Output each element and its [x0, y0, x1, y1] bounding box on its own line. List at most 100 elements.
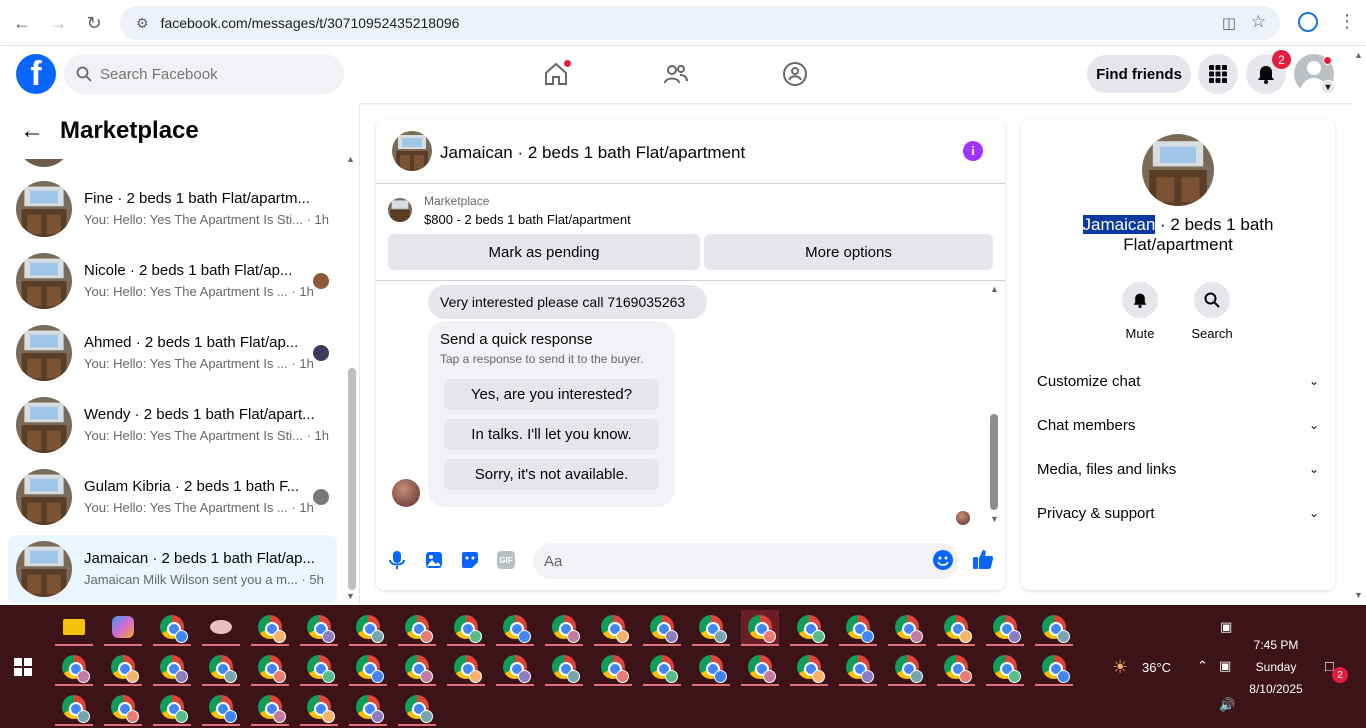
- chrome-icon[interactable]: [1035, 610, 1073, 646]
- menu-button[interactable]: [1198, 54, 1238, 94]
- chrome-icon[interactable]: [986, 610, 1024, 646]
- app-icon[interactable]: [202, 610, 240, 646]
- chrome-icon[interactable]: [300, 650, 338, 686]
- facebook-logo-icon[interactable]: f: [16, 54, 56, 94]
- chrome-icon[interactable]: [349, 690, 387, 726]
- mark-pending-button[interactable]: Mark as pending: [388, 234, 700, 270]
- chrome-icon[interactable]: [496, 650, 534, 686]
- chrome-icon[interactable]: [790, 610, 828, 646]
- chrome-icon[interactable]: [398, 610, 436, 646]
- chrome-icon[interactable]: [839, 650, 877, 686]
- chrome-icon[interactable]: [55, 650, 93, 686]
- address-bar[interactable]: ⚙ facebook.com/messages/t/30710952435218…: [120, 6, 1280, 40]
- weather-icon[interactable]: ☀: [1112, 657, 1128, 678]
- chrome-icon[interactable]: [888, 650, 926, 686]
- mute-action[interactable]: Mute: [1110, 282, 1170, 341]
- scroll-down-icon[interactable]: ▼: [346, 591, 355, 601]
- chrome-icon[interactable]: [937, 650, 975, 686]
- chrome-icon[interactable]: [496, 610, 534, 646]
- chrome-icon[interactable]: [594, 610, 632, 646]
- chat-members-row[interactable]: Chat members ⌄: [1037, 405, 1319, 445]
- reload-icon[interactable]: ↻: [82, 11, 106, 35]
- quick-response-not-available[interactable]: Sorry, it's not available.: [444, 459, 659, 490]
- volume-icon[interactable]: 🔊: [1219, 697, 1235, 713]
- copilot-icon[interactable]: [104, 610, 142, 646]
- chrome-icon[interactable]: [153, 690, 191, 726]
- search-box[interactable]: [64, 54, 344, 94]
- chrome-icon[interactable]: [447, 650, 485, 686]
- scroll-down-icon[interactable]: ▼: [990, 514, 999, 524]
- weather-temp[interactable]: 36°C: [1142, 660, 1171, 675]
- gif-icon[interactable]: GIF: [497, 551, 515, 569]
- file-explorer-icon[interactable]: [55, 610, 93, 646]
- friends-nav[interactable]: [656, 52, 696, 96]
- customize-chat-row[interactable]: Customize chat ⌄: [1037, 361, 1319, 401]
- home-nav[interactable]: [536, 52, 576, 96]
- chrome-icon[interactable]: [643, 650, 681, 686]
- network-icon[interactable]: ▣: [1219, 658, 1231, 674]
- message-input[interactable]: Aa: [533, 543, 959, 579]
- conversation-item[interactable]: Wendy · 2 beds 1 bath Flat/apart... You: …: [8, 391, 337, 459]
- thread-scrollbar[interactable]: [990, 414, 998, 510]
- chrome-icon[interactable]: [202, 650, 240, 686]
- chrome-icon[interactable]: [447, 610, 485, 646]
- scroll-up-icon[interactable]: ▲: [990, 284, 999, 294]
- conversation-item[interactable]: Ahmed · 2 beds 1 bath Flat/ap... You: Hel…: [8, 319, 337, 387]
- bookmark-star-icon[interactable]: ☆: [1251, 12, 1266, 32]
- profile-icon[interactable]: [1298, 12, 1318, 32]
- scroll-down-icon[interactable]: ▼: [1354, 590, 1363, 600]
- conversation-item[interactable]: Fine · 2 beds 1 bath Flat/apartm... You: …: [8, 175, 337, 243]
- scroll-up-icon[interactable]: ▲: [346, 154, 355, 164]
- chrome-icon[interactable]: [545, 610, 583, 646]
- chrome-icon[interactable]: [692, 610, 730, 646]
- quick-response-yes[interactable]: Yes, are you interested?: [444, 379, 659, 410]
- chrome-icon[interactable]: [153, 610, 191, 646]
- microphone-icon[interactable]: [389, 550, 405, 575]
- chrome-icon[interactable]: [545, 650, 583, 686]
- chrome-icon[interactable]: [104, 690, 142, 726]
- photo-icon[interactable]: [425, 551, 443, 574]
- chrome-icon[interactable]: [104, 650, 142, 686]
- back-arrow-icon[interactable]: ←: [20, 117, 44, 145]
- forward-arrow-icon[interactable]: →: [46, 11, 70, 35]
- chrome-icon[interactable]: [1035, 650, 1073, 686]
- show-hidden-icons[interactable]: ⌃: [1197, 658, 1208, 674]
- chrome-icon[interactable]: [349, 650, 387, 686]
- scroll-up-icon[interactable]: ▲: [1354, 50, 1363, 60]
- chrome-icon[interactable]: [888, 610, 926, 646]
- chrome-icon[interactable]: [790, 650, 828, 686]
- meet-now-icon[interactable]: ▣: [1220, 619, 1232, 635]
- chrome-icon[interactable]: [300, 610, 338, 646]
- chrome-icon[interactable]: [937, 610, 975, 646]
- emoji-icon[interactable]: [933, 550, 953, 570]
- chrome-icon[interactable]: [986, 650, 1024, 686]
- listing-price[interactable]: $800 - 2 beds 1 bath Flat/apartment: [424, 212, 631, 227]
- clock-date[interactable]: 8/10/2025: [1246, 682, 1306, 696]
- chrome-icon[interactable]: [300, 690, 338, 726]
- thumbs-up-icon[interactable]: [972, 548, 994, 575]
- quick-response-in-talks[interactable]: In talks. I'll let you know.: [444, 419, 659, 450]
- windows-start-icon[interactable]: [14, 658, 32, 681]
- chevron-down-icon[interactable]: ▼: [1321, 80, 1335, 94]
- chrome-icon[interactable]: [349, 610, 387, 646]
- chrome-icon[interactable]: [741, 650, 779, 686]
- conversation-scrollbar[interactable]: [348, 368, 356, 590]
- back-arrow-icon[interactable]: ←: [10, 11, 34, 35]
- chrome-icon[interactable]: [202, 690, 240, 726]
- chrome-icon[interactable]: [251, 650, 289, 686]
- conversation-item[interactable]: Nicole · 2 beds 1 bath Flat/ap... You: He…: [8, 247, 337, 315]
- clock-time[interactable]: 7:45 PM: [1246, 638, 1306, 652]
- chrome-icon[interactable]: [741, 610, 779, 646]
- privacy-support-row[interactable]: Privacy & support ⌄: [1037, 493, 1319, 533]
- groups-nav[interactable]: [775, 52, 815, 96]
- conversation-item[interactable]: Jamaican · 2 beds 1 bath Flat/ap... Jamai…: [8, 535, 337, 603]
- chrome-icon[interactable]: [251, 610, 289, 646]
- message-bubble[interactable]: Very interested please call 7169035263: [428, 285, 707, 319]
- sender-avatar[interactable]: [392, 479, 420, 507]
- chat-title[interactable]: Jamaican · 2 beds 1 bath Flat/apartment: [440, 143, 745, 163]
- chrome-icon[interactable]: [692, 650, 730, 686]
- page-scrollbar[interactable]: ▲ ▼: [1352, 46, 1366, 605]
- menu-kebab-icon[interactable]: ⋮: [1338, 11, 1356, 32]
- search-input[interactable]: [100, 65, 320, 83]
- chrome-icon[interactable]: [643, 610, 681, 646]
